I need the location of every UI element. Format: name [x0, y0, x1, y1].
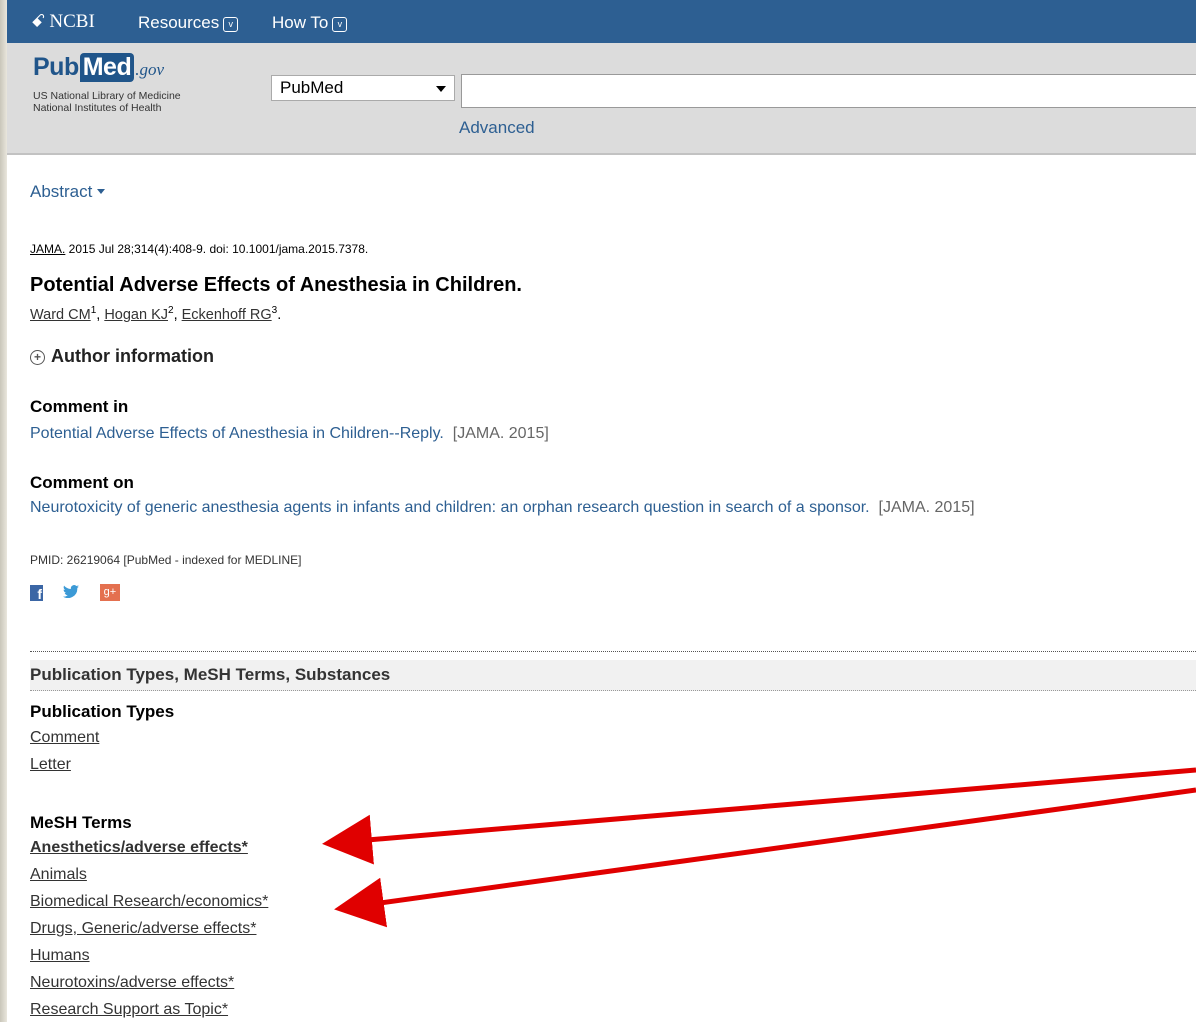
mesh-term-link[interactable]: Biomedical Research/economics*: [30, 893, 268, 911]
mesh-term-link[interactable]: Research Support as Topic*: [30, 1001, 228, 1019]
chevron-down-icon: v: [223, 17, 239, 32]
author-link[interactable]: Hogan KJ: [104, 307, 168, 323]
google-plus-icon[interactable]: g+: [99, 584, 120, 602]
nlm-label: US National Library of Medicine: [33, 90, 181, 102]
logo-med-text: Med: [79, 53, 135, 82]
author-information-toggle[interactable]: + Author information: [30, 346, 214, 367]
share-buttons: f g+: [30, 584, 136, 602]
citation-line: JAMA. 2015 Jul 28;314(4):408-9. doi: 10.…: [30, 242, 368, 256]
author-link[interactable]: Eckenhoff RG: [182, 307, 272, 323]
mesh-term-link[interactable]: Drugs, Generic/adverse effects*: [30, 920, 256, 938]
author-affiliation-number: 1: [90, 305, 97, 316]
pubmed-logo[interactable]: Pub Med .gov US National Library of Medici…: [33, 53, 181, 114]
journal-link[interactable]: JAMA.: [30, 242, 65, 256]
advanced-search-link[interactable]: Advanced: [459, 118, 535, 138]
database-selected-value: PubMed: [280, 78, 344, 97]
database-select[interactable]: PubMed: [271, 75, 455, 101]
resources-menu[interactable]: Resources v: [138, 13, 239, 33]
ncbi-top-bar: ꗃ NCBI Resources v How To v: [7, 0, 1196, 43]
dropdown-arrow-icon: [436, 86, 446, 92]
comment-in-link[interactable]: Potential Adverse Effects of Anesthesia …: [30, 425, 444, 442]
ncbi-helix-icon: ꗃ: [31, 11, 46, 31]
author-list: Ward CM1, Hogan KJ2, Eckenhoff RG3.: [30, 305, 282, 323]
page-edge: [0, 0, 7, 1022]
pmid-line: PMID: 26219064 [PubMed - indexed for MED…: [30, 553, 302, 567]
comment-on-link[interactable]: Neurotoxicity of generic anesthesia agen…: [30, 499, 870, 516]
chevron-down-icon: v: [332, 17, 348, 32]
publication-type-link[interactable]: Letter: [30, 756, 71, 774]
mesh-term-link[interactable]: Humans: [30, 947, 90, 965]
logo-gov-text: .gov: [135, 60, 165, 79]
comment-in-source: [JAMA. 2015]: [452, 425, 549, 442]
annotation-arrow: [334, 787, 1196, 928]
mesh-term-link[interactable]: Animals: [30, 866, 87, 884]
publication-types-heading: Publication Types: [30, 702, 175, 721]
mesh-terms-heading: MeSH Terms: [30, 813, 132, 832]
mesh-term-link[interactable]: Neurotoxins/adverse effects*: [30, 974, 234, 992]
caret-down-icon: [97, 189, 106, 194]
format-dropdown[interactable]: Abstract: [30, 182, 106, 202]
nih-label: National Institutes of Health: [33, 102, 162, 114]
publication-type-link[interactable]: Comment: [30, 729, 99, 747]
search-input[interactable]: [461, 74, 1196, 108]
howto-menu[interactable]: How To v: [272, 13, 348, 33]
facebook-icon[interactable]: f: [30, 584, 43, 602]
pubmed-header: Pub Med .gov US National Library of Medici…: [7, 43, 1196, 155]
author-affiliation-number: 2: [168, 305, 174, 316]
expand-plus-icon: +: [30, 350, 45, 365]
logo-pub-text: Pub: [33, 53, 79, 81]
annotation-arrow: [322, 767, 1196, 865]
citation-text: 2015 Jul 28;314(4):408-9. doi: 10.1001/j…: [65, 242, 369, 256]
comment-in-entry: Potential Adverse Effects of Anesthesia …: [30, 425, 549, 443]
section-divider: [30, 651, 1196, 652]
comment-in-heading: Comment in: [30, 397, 129, 416]
author-affiliation-number: 3: [271, 305, 278, 316]
article-title: Potential Adverse Effects of Anesthesia …: [30, 274, 522, 296]
comment-on-entry: Neurotoxicity of generic anesthesia agen…: [30, 499, 975, 517]
comment-on-source: [JAMA. 2015]: [878, 499, 975, 516]
format-label: Abstract: [30, 182, 93, 201]
twitter-icon[interactable]: [63, 584, 80, 601]
comment-on-heading: Comment on: [30, 473, 134, 492]
details-section-title: Publication Types, MeSH Terms, Substance…: [30, 665, 391, 684]
details-section-header[interactable]: Publication Types, MeSH Terms, Substance…: [30, 660, 1196, 691]
twitter-bird-icon: [63, 584, 80, 598]
ncbi-logo[interactable]: ꗃ NCBI: [31, 11, 95, 33]
mesh-term-link[interactable]: Anesthetics/adverse effects*: [30, 839, 248, 857]
author-information-label: Author information: [51, 346, 214, 366]
author-link[interactable]: Ward CM: [30, 307, 91, 323]
